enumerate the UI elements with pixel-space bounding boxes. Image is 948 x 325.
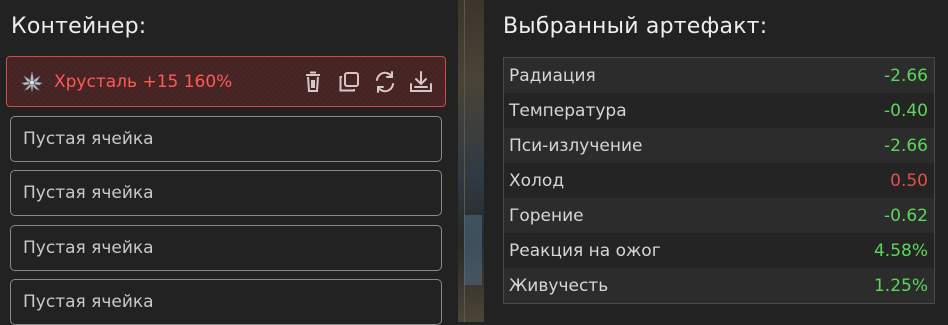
stat-value: 4.58% <box>873 240 928 261</box>
stats-table: Радиация -2.66 Температура -0.40 Пси-изл… <box>503 57 935 304</box>
swap-icon[interactable] <box>373 70 397 94</box>
selected-slot[interactable]: Хрусталь +15 160% <box>6 56 446 107</box>
empty-slot[interactable]: Пустая ячейка <box>10 279 442 325</box>
empty-slot[interactable]: Пустая ячейка <box>10 225 442 271</box>
stat-value: 0.50 <box>890 170 928 191</box>
download-icon[interactable] <box>409 70 433 94</box>
stat-name: Пси-излучение <box>509 135 643 156</box>
selected-artifact-name: Хрусталь +15 160% <box>54 71 233 92</box>
stat-name: Радиация <box>509 65 596 86</box>
stat-name: Горение <box>509 205 584 226</box>
stat-name: Температура <box>509 100 627 121</box>
artifact-panel: Выбранный артефакт: Радиация -2.66 Темпе… <box>484 0 948 322</box>
background-scene <box>458 0 484 322</box>
stat-row: Пси-излучение -2.66 <box>504 128 934 163</box>
stat-name: Реакция на ожог <box>509 240 661 261</box>
copy-icon[interactable] <box>337 70 361 94</box>
stat-value: 1.25% <box>873 275 928 296</box>
stat-value: -2.66 <box>884 65 928 86</box>
artifact-title: Выбранный артефакт: <box>503 14 768 39</box>
container-title: Контейнер: <box>11 14 147 39</box>
empty-slot-label: Пустая ячейка <box>23 292 154 312</box>
empty-slot[interactable]: Пустая ячейка <box>10 170 442 216</box>
container-panel: Контейнер: Хрусталь +15 160% Пустая ячей… <box>0 0 458 325</box>
trash-icon[interactable] <box>301 70 325 94</box>
stat-row: Холод 0.50 <box>504 163 934 198</box>
empty-slot-label: Пустая ячейка <box>23 238 154 258</box>
stat-name: Холод <box>509 170 565 191</box>
stat-value: -2.66 <box>884 135 928 156</box>
slot-actions <box>301 70 433 94</box>
empty-slot-label: Пустая ячейка <box>23 183 154 203</box>
empty-slot-label: Пустая ячейка <box>23 129 154 149</box>
stat-row: Радиация -2.66 <box>504 58 934 93</box>
stat-row: Температура -0.40 <box>504 93 934 128</box>
stat-name: Живучесть <box>509 275 609 296</box>
empty-slot[interactable]: Пустая ячейка <box>10 116 442 162</box>
stat-row: Реакция на ожог 4.58% <box>504 233 934 268</box>
stat-row: Горение -0.62 <box>504 198 934 233</box>
stat-value: -0.62 <box>884 205 928 226</box>
stat-row: Живучесть 1.25% <box>504 268 934 303</box>
stat-value: -0.40 <box>884 100 928 121</box>
crystal-artifact-icon <box>20 70 44 94</box>
